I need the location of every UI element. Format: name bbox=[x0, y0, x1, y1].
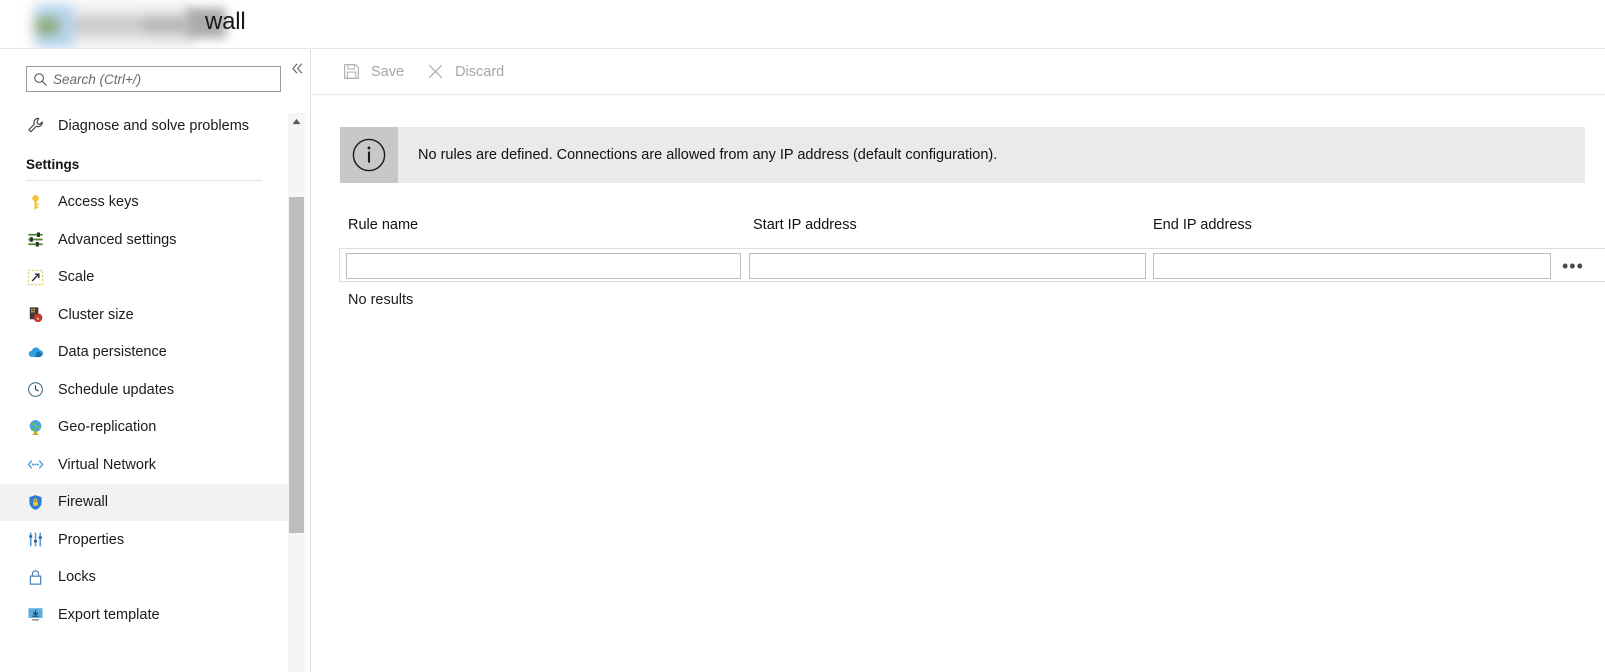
azure-firewall-blade: wall bbox=[0, 0, 1605, 672]
rules-table-header: Rule name Start IP address End IP addres… bbox=[312, 217, 1605, 247]
end-ip-address-input[interactable] bbox=[1153, 253, 1551, 279]
sidebar-section-settings: Settings bbox=[0, 145, 290, 176]
cluster-icon: s bbox=[26, 305, 54, 325]
sidebar-item-scale[interactable]: Scale bbox=[0, 259, 290, 297]
redacted-resource-icon bbox=[30, 0, 205, 48]
rule-name-input[interactable] bbox=[346, 253, 741, 279]
sidebar-item-label: Advanced settings bbox=[58, 232, 177, 248]
sidebar-scrollbar[interactable] bbox=[288, 113, 305, 672]
export-template-icon bbox=[26, 605, 54, 625]
sidebar-item-label: Cluster size bbox=[58, 307, 134, 323]
sidebar-nav-list: Diagnose and solve problems Settings Acc… bbox=[0, 107, 290, 634]
blade-sidebar: Diagnose and solve problems Settings Acc… bbox=[0, 48, 311, 672]
sidebar-item-virtual-network[interactable]: Virtual Network bbox=[0, 446, 290, 484]
discard-button[interactable]: Discard bbox=[422, 56, 504, 88]
save-icon bbox=[338, 61, 364, 83]
start-ip-address-input[interactable] bbox=[749, 253, 1146, 279]
globe-icon bbox=[26, 417, 54, 437]
properties-icon bbox=[26, 530, 54, 550]
page-title: wall bbox=[205, 2, 246, 42]
sidebar-item-label: Firewall bbox=[58, 494, 108, 510]
column-header-start-ip-address: Start IP address bbox=[753, 217, 857, 233]
sidebar-item-locks[interactable]: Locks bbox=[0, 559, 290, 597]
column-header-rule-name: Rule name bbox=[348, 217, 418, 233]
sidebar-item-diagnose-and-solve-problems[interactable]: Diagnose and solve problems bbox=[0, 107, 290, 145]
key-icon bbox=[26, 192, 54, 212]
command-toolbar: Save Discard bbox=[312, 49, 1605, 95]
search-box[interactable] bbox=[26, 66, 281, 92]
sidebar-item-label: Access keys bbox=[58, 194, 139, 210]
sidebar-item-label: Virtual Network bbox=[58, 457, 156, 473]
empty-results-text: No results bbox=[348, 292, 413, 308]
sidebar-item-data-persistence[interactable]: Data persistence bbox=[0, 334, 290, 372]
sidebar-item-properties[interactable]: Properties bbox=[0, 521, 290, 559]
shield-icon bbox=[26, 492, 54, 512]
wrench-icon bbox=[26, 116, 54, 136]
sidebar-item-label: Properties bbox=[58, 532, 124, 548]
sidebar-item-label: Locks bbox=[58, 569, 96, 585]
search-icon bbox=[27, 72, 53, 87]
collapse-sidebar-button[interactable] bbox=[286, 57, 308, 79]
sidebar-item-label: Export template bbox=[58, 607, 160, 623]
clock-icon bbox=[26, 380, 54, 400]
scale-arrow-icon bbox=[26, 267, 54, 287]
sidebar-item-access-keys[interactable]: Access keys bbox=[0, 184, 290, 222]
scrollbar-thumb[interactable] bbox=[289, 197, 304, 533]
sidebar-item-label: Schedule updates bbox=[58, 382, 174, 398]
info-banner-text: No rules are defined. Connections are al… bbox=[398, 147, 997, 163]
sliders-icon bbox=[26, 230, 54, 250]
sidebar-item-label: Geo-replication bbox=[58, 419, 156, 435]
new-rule-row: ••• bbox=[339, 248, 1605, 282]
save-button-label: Save bbox=[371, 64, 404, 80]
sidebar-item-label: Diagnose and solve problems bbox=[58, 118, 249, 134]
row-overflow-menu-button[interactable]: ••• bbox=[1562, 257, 1584, 275]
discard-button-label: Discard bbox=[455, 64, 504, 80]
search-input[interactable] bbox=[53, 72, 280, 87]
scroll-up-arrow-icon[interactable] bbox=[288, 113, 305, 130]
sidebar-item-cluster-size[interactable]: s Cluster size bbox=[0, 296, 290, 334]
info-banner: No rules are defined. Connections are al… bbox=[340, 127, 1585, 183]
info-icon bbox=[340, 127, 398, 183]
blade-content: Save Discard No ru bbox=[312, 48, 1605, 672]
sidebar-item-export-template[interactable]: Export template bbox=[0, 596, 290, 634]
column-header-end-ip-address: End IP address bbox=[1153, 217, 1252, 233]
sidebar-item-geo-replication[interactable]: Geo-replication bbox=[0, 409, 290, 447]
lock-icon bbox=[26, 567, 54, 587]
close-icon bbox=[422, 61, 448, 83]
sidebar-section-divider bbox=[26, 180, 262, 181]
cloud-icon bbox=[26, 342, 54, 362]
network-icon bbox=[26, 455, 54, 475]
sidebar-item-schedule-updates[interactable]: Schedule updates bbox=[0, 371, 290, 409]
sidebar-item-label: Data persistence bbox=[58, 344, 167, 360]
sidebar-item-advanced-settings[interactable]: Advanced settings bbox=[0, 221, 290, 259]
sidebar-item-firewall[interactable]: Firewall bbox=[0, 484, 290, 522]
sidebar-item-label: Scale bbox=[58, 269, 94, 285]
save-button[interactable]: Save bbox=[338, 56, 404, 88]
blade-titlebar: wall bbox=[0, 0, 1605, 48]
